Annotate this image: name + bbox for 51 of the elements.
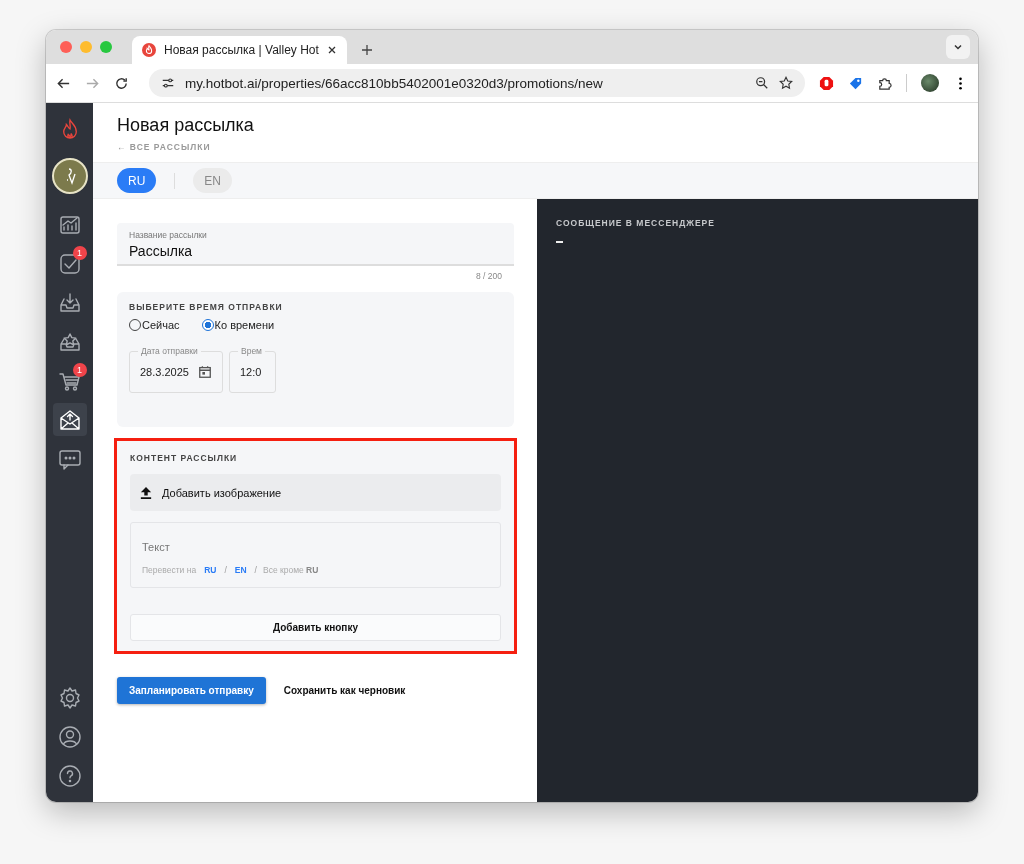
puzzle-icon[interactable]: [877, 75, 892, 91]
calendar-icon[interactable]: [198, 365, 212, 379]
page-title: Новая рассылка: [117, 115, 255, 136]
save-draft-button[interactable]: Сохранить как черновик: [283, 685, 406, 696]
inbox-icon: [57, 290, 82, 315]
radio-option[interactable]: Ко времени: [201, 319, 275, 331]
close-icon[interactable]: [326, 45, 337, 55]
help-icon[interactable]: [57, 763, 82, 788]
translate-label: Все кроме RU: [262, 565, 319, 575]
upload-icon: [140, 485, 152, 500]
schedule-button[interactable]: Запланировать отправку: [117, 677, 266, 704]
sidebar-item[interactable]: 1: [52, 247, 87, 280]
address-bar[interactable]: my.hotbot.ai/properties/66acc810bb5402001e0320d3/promotions/new: [149, 69, 805, 97]
zoom-icon[interactable]: [755, 76, 769, 90]
message-text-field[interactable]: Текст Перевести на RU / EN / Все кроме RU: [130, 522, 501, 588]
checkbox-icon: [57, 251, 82, 276]
bookmark-star-icon[interactable]: [779, 76, 793, 90]
translate-label: Перевести на: [142, 565, 197, 575]
caret-icon: [953, 42, 963, 52]
profile-avatar[interactable]: [921, 74, 939, 92]
tag-extension-icon[interactable]: [848, 75, 863, 91]
reload-icon[interactable]: [114, 75, 129, 91]
separator: /: [224, 565, 227, 575]
property-avatar[interactable]: [51, 158, 88, 194]
notification-badge: 1: [72, 246, 87, 260]
add-image-button[interactable]: Добавить изображение: [130, 474, 501, 511]
radio-option[interactable]: Сейчас: [129, 319, 180, 331]
flame-favicon-icon: [142, 43, 156, 57]
language-tab[interactable]: RU: [117, 168, 157, 193]
section-title: КОНТЕНТ РАССЫЛКИ: [130, 453, 239, 463]
sidebar-item[interactable]: 1: [52, 364, 87, 397]
language-link[interactable]: EN: [234, 565, 247, 575]
site-settings-icon[interactable]: [161, 76, 175, 90]
text-cursor: [556, 241, 563, 243]
envelope-icon: [57, 407, 82, 432]
name-field[interactable]: Название рассылки Рассылка: [117, 223, 514, 266]
flame-logo-icon[interactable]: [60, 118, 79, 140]
preview-title: СООБЩЕНИЕ В МЕССЕНДЖЕРЕ: [556, 218, 715, 228]
separator: /: [254, 565, 257, 575]
sidebar-item[interactable]: [52, 403, 87, 436]
new-tab-icon[interactable]: [360, 44, 373, 56]
notification-badge: 1: [72, 363, 87, 377]
browser-tab[interactable]: Новая рассылка | Valley Hot: [132, 36, 347, 64]
stop-sign-extension-icon[interactable]: [819, 75, 834, 91]
user-icon[interactable]: [57, 724, 82, 749]
section-title: ВЫБЕРИТЕ ВРЕМЯ ОТПРАВКИ: [129, 302, 284, 312]
placeholder: Текст: [142, 541, 170, 553]
character-counter: 8 / 200: [475, 270, 503, 283]
settings-icon[interactable]: [57, 685, 82, 710]
add-button-button[interactable]: Добавить кнопку: [130, 614, 501, 641]
language-link[interactable]: RU: [204, 565, 217, 575]
